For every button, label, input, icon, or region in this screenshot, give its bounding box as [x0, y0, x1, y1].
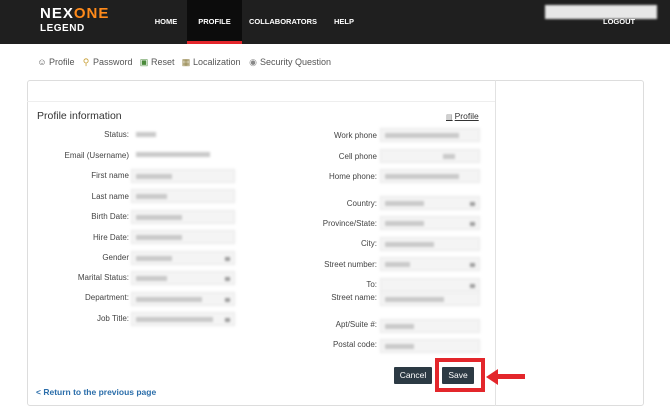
subnav-security-question[interactable]: ◉ Security Question: [248, 55, 331, 69]
label-to: To:: [366, 280, 377, 289]
job-title-select[interactable]: [131, 312, 235, 326]
profile-panel: [27, 80, 644, 406]
last-name-field[interactable]: [131, 189, 235, 203]
gender-select[interactable]: [131, 251, 235, 265]
panel-header-strip: [27, 80, 496, 102]
subnav-localization-label: Localization: [193, 57, 241, 67]
label-birth-date: Birth Date:: [91, 212, 129, 221]
nav-profile[interactable]: PROFILE: [187, 0, 242, 44]
section-title: Profile information: [37, 110, 122, 122]
city-field[interactable]: [380, 237, 480, 251]
first-name-field[interactable]: [131, 169, 235, 183]
security-question-icon: ◉: [249, 56, 257, 67]
profile-link-label: Profile: [454, 111, 479, 121]
annotation-arrow-icon: [486, 369, 498, 385]
status-value: [131, 127, 257, 141]
label-city: City:: [361, 239, 377, 248]
postal-code-field[interactable]: [380, 339, 480, 353]
label-country: Country:: [346, 199, 377, 208]
user-name-blurred: [545, 5, 657, 19]
apt-suite-field[interactable]: [380, 319, 480, 333]
label-job-title: Job Title:: [96, 314, 129, 323]
label-marital-status: Marital Status:: [77, 273, 129, 282]
label-apt-suite: Apt/Suite #:: [335, 320, 377, 329]
to-select[interactable]: [380, 278, 480, 292]
label-last-name: Last name: [91, 192, 129, 201]
brand-logo-part1: NEX: [40, 5, 74, 22]
street-number-select[interactable]: [380, 257, 480, 271]
work-phone-field[interactable]: [380, 128, 480, 142]
marital-status-select[interactable]: [131, 271, 235, 285]
cancel-button[interactable]: Cancel: [394, 367, 432, 384]
label-postal-code: Postal code:: [332, 340, 377, 349]
label-hire-date: Hire Date:: [92, 233, 129, 242]
profile-icon: ☺: [37, 57, 47, 67]
brand-logo-subtitle: LEGEND: [40, 23, 85, 34]
subnav-security-question-label: Security Question: [260, 57, 332, 67]
subnav-reset[interactable]: ▣ Reset: [139, 55, 175, 69]
label-cell-phone: Cell phone: [338, 152, 377, 161]
hire-date-field[interactable]: [131, 230, 235, 244]
label-department: Department:: [84, 293, 129, 302]
brand-logo-part2: ONE: [73, 5, 110, 22]
label-work-phone: Work phone: [334, 131, 377, 140]
subnav-profile[interactable]: ☺ Profile: [37, 55, 75, 69]
street-name-field[interactable]: [380, 292, 480, 306]
label-home-phone: Home phone:: [328, 172, 377, 181]
country-select[interactable]: [380, 196, 480, 210]
label-gender: Gender: [102, 253, 129, 262]
label-status: Status:: [104, 130, 129, 139]
annotation-arrow-shaft: [495, 374, 525, 379]
province-state-select[interactable]: [380, 216, 480, 230]
reset-icon: ▣: [139, 56, 149, 67]
profile-print-link[interactable]: ▤ Profile: [446, 111, 479, 121]
subnav-password-label: Password: [93, 57, 133, 67]
return-previous-page-link[interactable]: < Return to the previous page: [36, 387, 156, 397]
print-icon: ▤: [446, 114, 453, 121]
key-icon: ⚲: [82, 56, 90, 67]
email-value: [131, 147, 257, 161]
subnav-localization[interactable]: ▦ Localization: [181, 55, 241, 69]
label-street-name: Street name:: [331, 293, 377, 302]
localization-icon: ▦: [181, 56, 191, 67]
nav-collaborators[interactable]: COLLABORATORS: [245, 0, 321, 44]
save-highlight-box: [435, 358, 485, 392]
subnav-profile-label: Profile: [49, 57, 75, 67]
label-street-number: Street number:: [324, 260, 377, 269]
subnav-password[interactable]: ⚲ Password: [81, 55, 133, 69]
subnav-reset-label: Reset: [151, 57, 175, 67]
department-select[interactable]: [131, 292, 235, 306]
brand-logo[interactable]: NEXONE LEGEND: [40, 6, 109, 34]
logout-link[interactable]: LOGOUT: [603, 17, 635, 26]
cell-phone-field[interactable]: [380, 149, 480, 163]
birth-date-field[interactable]: [131, 210, 235, 224]
nav-home[interactable]: HOME: [147, 0, 185, 44]
label-email: Email (Username): [64, 151, 129, 160]
home-phone-field[interactable]: [380, 169, 480, 183]
nav-help[interactable]: HELP: [325, 0, 363, 44]
panel-side-divider: [495, 80, 496, 406]
label-province-state: Province/State:: [322, 219, 377, 228]
label-first-name: First name: [91, 171, 129, 180]
